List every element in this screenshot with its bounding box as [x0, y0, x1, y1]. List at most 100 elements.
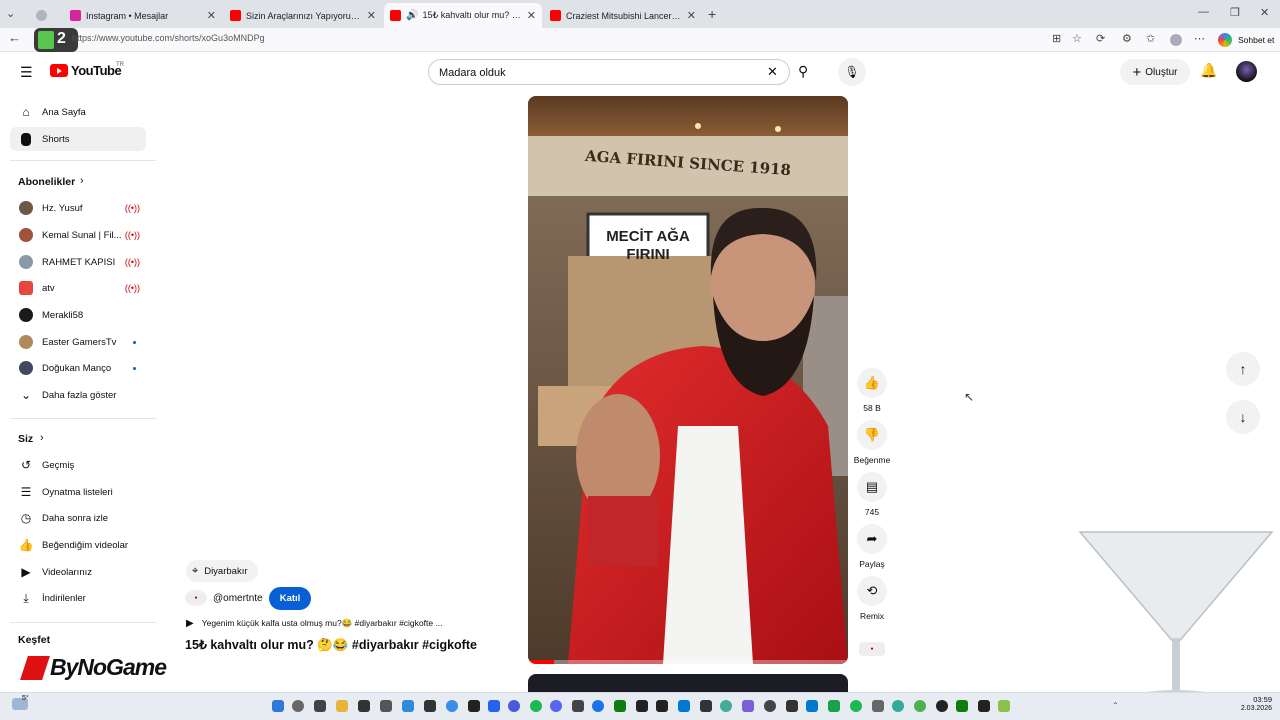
tab-youtube-3[interactable]: Craziest Mitsubishi Lancer Evolution ✕: [544, 3, 702, 28]
app-icon[interactable]: [572, 700, 584, 712]
app-icon[interactable]: [468, 700, 480, 712]
previous-short-arrow-up-icon[interactable]: ↑: [1226, 352, 1260, 386]
join-button[interactable]: Katıl: [269, 587, 311, 610]
sidebar-sub-item[interactable]: Doğukan Manço: [10, 356, 146, 380]
profile-icon[interactable]: [1170, 34, 1182, 46]
sidebar-sub-item[interactable]: Hz. Yusuf ((•)): [10, 196, 146, 220]
like-button[interactable]: 👍 58 B: [852, 368, 892, 413]
location-chip[interactable]: ⌖ Diyarbakır: [186, 560, 258, 582]
app-icon[interactable]: [850, 700, 862, 712]
show-more-button[interactable]: ⌄ Daha fazla göster: [10, 383, 146, 407]
discord-icon[interactable]: [550, 700, 562, 712]
clock-time[interactable]: 03:59: [1232, 695, 1272, 704]
copilot-label[interactable]: Sohbet et: [1238, 35, 1274, 45]
sidebar-item-your-videos[interactable]: ▶ Videolarınız: [10, 560, 146, 584]
search-icon[interactable]: ⚲: [798, 63, 808, 80]
short-video-player[interactable]: AGA FIRINI SINCE 1918 MECİT AĞA FIRINI: [528, 96, 848, 664]
app-icon[interactable]: [488, 700, 500, 712]
next-short-arrow-down-icon[interactable]: ↓: [1226, 400, 1260, 434]
sidebar-item-liked[interactable]: 👍 Beğendiğim videolar: [10, 533, 146, 557]
xbox-icon[interactable]: [614, 700, 626, 712]
app-icon[interactable]: [956, 700, 968, 712]
restore-icon[interactable]: ❐: [1230, 6, 1240, 19]
vscode-icon[interactable]: [806, 700, 818, 712]
short-description[interactable]: ▶ Yegenim küçük kalfa usta olmuş mu?😂 #d…: [186, 618, 496, 629]
app-icon[interactable]: [786, 700, 798, 712]
youtube-logo-text[interactable]: YouTube: [71, 63, 122, 78]
read-mode-icon[interactable]: ⊞: [1052, 32, 1061, 45]
sidebar-sub-item[interactable]: Merakli58: [10, 303, 146, 327]
sidebar-sub-item[interactable]: Kemal Sunal | Fil... ((•)): [10, 223, 146, 247]
subscriptions-title[interactable]: Abonelikler: [18, 176, 75, 188]
you-section-title[interactable]: Siz: [18, 433, 33, 445]
extensions-icon[interactable]: ⚙: [1122, 32, 1132, 45]
tray-chevron-up-icon[interactable]: ⌃: [1112, 701, 1119, 710]
close-tab-icon[interactable]: ✕: [687, 9, 696, 22]
close-tab-icon[interactable]: ✕: [207, 9, 216, 22]
sidebar-item-downloads[interactable]: ⤓ İndirilenler: [10, 586, 146, 610]
app-icon[interactable]: [402, 700, 414, 712]
short-title[interactable]: 15₺ kahvaltı olur mu? 🤔😂 #diyarbakır #ci…: [185, 637, 477, 653]
spotify-icon[interactable]: [530, 700, 542, 712]
back-icon[interactable]: ←: [8, 30, 21, 45]
url-field[interactable]: https://www.youtube.com/shorts/xoGu3oMND…: [72, 33, 265, 43]
tab-youtube-active[interactable]: 🔊 15₺ kahvaltı olur mu? 🤔😂 # ✕: [384, 3, 542, 28]
app-icon[interactable]: [998, 700, 1010, 712]
app-icon[interactable]: [936, 700, 948, 712]
tab-actions-icon[interactable]: ⌄: [6, 7, 15, 20]
sidebar-item-playlists[interactable]: ☰ Oynatma listeleri: [10, 480, 146, 504]
app-icon[interactable]: [656, 700, 668, 712]
youtube-logo-icon[interactable]: [50, 64, 68, 77]
app-icon[interactable]: [872, 700, 884, 712]
remix-button[interactable]: ⟲ Remix: [852, 576, 892, 621]
comments-button[interactable]: ▤ 745: [852, 472, 892, 517]
app-icon[interactable]: [978, 700, 990, 712]
task-view-icon[interactable]: [314, 700, 326, 712]
new-tab-icon[interactable]: +: [708, 6, 716, 22]
app-icon[interactable]: [764, 700, 776, 712]
speaker-icon[interactable]: 🔊: [406, 10, 418, 21]
sidebar-item-home[interactable]: ⌂ Ana Sayfa: [10, 100, 146, 124]
app-icon[interactable]: [720, 700, 732, 712]
sidebar-sub-item[interactable]: atv ((•)): [10, 276, 146, 300]
edge-browser-icon[interactable]: [592, 700, 604, 712]
tab-0[interactable]: [30, 3, 62, 28]
channel-handle[interactable]: @omertnte: [213, 593, 263, 604]
minimize-icon[interactable]: —: [1198, 6, 1209, 18]
dislike-button[interactable]: 👎 Beğenme: [852, 420, 892, 465]
file-explorer-icon[interactable]: [336, 700, 348, 712]
chevron-right-icon[interactable]: ›: [40, 432, 44, 444]
channel-avatar[interactable]: ●: [185, 590, 207, 606]
account-avatar[interactable]: [1236, 61, 1257, 82]
app-icon[interactable]: [358, 700, 370, 712]
close-window-icon[interactable]: ✕: [1260, 6, 1269, 19]
close-tab-icon[interactable]: ✕: [367, 9, 376, 22]
tab-youtube-1[interactable]: Sizin Araçlarınızı Yapıyoruz 1. Bölüm ✕: [224, 3, 382, 28]
sound-thumbnail[interactable]: ●: [859, 642, 885, 656]
app-icon[interactable]: [742, 700, 754, 712]
favorite-star-icon[interactable]: ☆: [1072, 32, 1082, 45]
app-icon[interactable]: [636, 700, 648, 712]
voice-search-icon[interactable]: 🎙: [838, 58, 866, 86]
sidebar-sub-item[interactable]: RAHMET KAPISI ((•)): [10, 250, 146, 274]
clear-search-icon[interactable]: ✕: [767, 64, 778, 80]
app-icon[interactable]: [678, 700, 690, 712]
app-icon[interactable]: [828, 700, 840, 712]
app-icon[interactable]: [424, 700, 436, 712]
app-icon[interactable]: [700, 700, 712, 712]
tab-instagram[interactable]: Instagram • Mesajlar ✕: [64, 3, 222, 28]
app-icon[interactable]: [380, 700, 392, 712]
notifications-bell-icon[interactable]: 🔔: [1200, 62, 1217, 79]
close-tab-icon[interactable]: ✕: [527, 9, 536, 22]
sidebar-item-history[interactable]: ↺ Geçmiş: [10, 453, 146, 477]
app-icon[interactable]: [508, 700, 520, 712]
copilot-icon[interactable]: [1218, 33, 1232, 47]
app-icon[interactable]: [892, 700, 904, 712]
clock-date[interactable]: 2.03.2026: [1226, 705, 1272, 712]
video-progress-track[interactable]: [528, 660, 848, 664]
more-options-icon[interactable]: ⋯: [1194, 32, 1205, 45]
share-button[interactable]: ➦ Paylaş: [852, 524, 892, 569]
chevron-right-icon[interactable]: ›: [80, 175, 84, 187]
sidebar-sub-item[interactable]: Easter GamersTv: [10, 330, 146, 354]
favorites-icon[interactable]: ✩: [1146, 32, 1155, 45]
